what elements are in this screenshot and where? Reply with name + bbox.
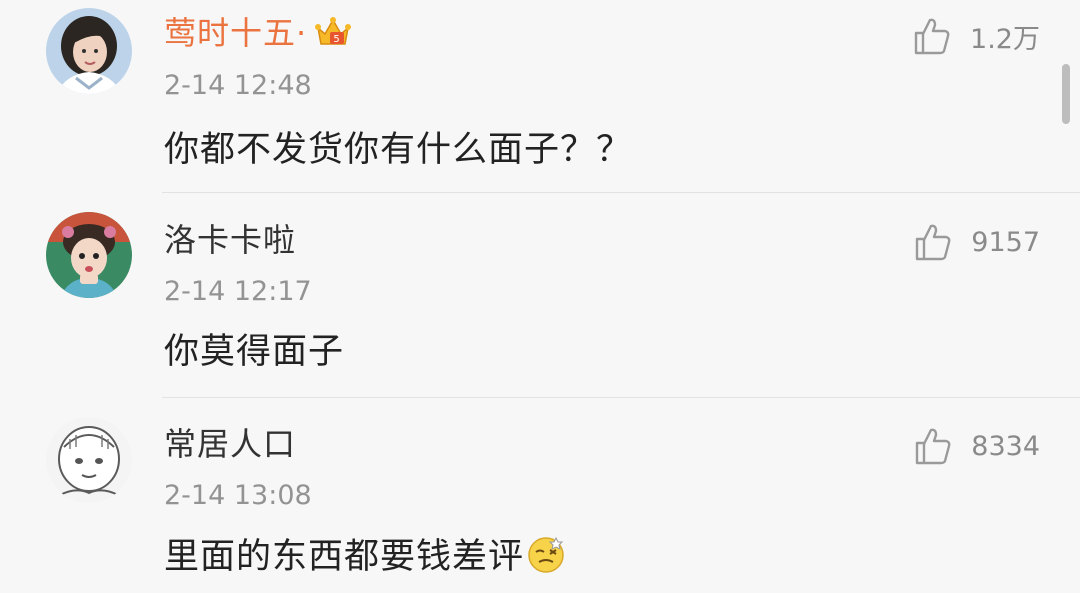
like-button[interactable]: 9157 [913, 220, 1040, 264]
comment-list: 莺时十五· 5 2-14 12:48 你都不发货你有什么面子？？ 1.2万 洛卡… [0, 0, 1080, 593]
comment-text[interactable]: 你都不发货你有什么面子？？ [164, 128, 632, 172]
comment-item: 常居人口 2-14 13:08 里面的东西都要钱差评 8334 [0, 399, 1080, 593]
comment-item: 莺时十五· 5 2-14 12:48 你都不发货你有什么面子？？ 1.2万 [0, 0, 1080, 193]
comment-text-body[interactable]: 里面的东西都要钱差评 [164, 537, 524, 577]
avatar-costume-girl-icon[interactable] [46, 212, 132, 298]
timestamp: 2-14 13:08 [164, 480, 312, 511]
like-button[interactable]: 1.2万 [912, 14, 1040, 58]
svg-text:5: 5 [334, 34, 341, 45]
timestamp: 2-14 12:17 [164, 276, 312, 307]
thumbs-up-icon [916, 224, 951, 261]
avatar-girl-icon[interactable] [46, 8, 132, 94]
like-count: 9157 [971, 226, 1040, 258]
like-button[interactable]: 8334 [913, 424, 1040, 468]
comment-text[interactable]: 你莫得面子 [164, 330, 344, 374]
comment-item: 洛卡卡啦 2-14 12:17 你莫得面子 9157 [0, 194, 1080, 398]
crown-icon: 5 [315, 17, 352, 45]
comment-text[interactable]: 里面的东西都要钱差评 [164, 535, 566, 579]
thumbs-up-icon [914, 18, 950, 55]
username-text[interactable]: 莺时十五· [164, 14, 307, 52]
username[interactable]: 莺时十五· 5 [164, 13, 352, 53]
thumbs-up-icon [916, 428, 951, 465]
divider [162, 192, 1080, 193]
dizzy-face-emoji-icon [528, 536, 564, 573]
scrollbar[interactable] [1062, 64, 1070, 124]
divider [162, 397, 1080, 398]
like-count: 1.2万 [970, 23, 1040, 55]
like-count: 8334 [971, 430, 1040, 462]
timestamp: 2-14 12:48 [164, 70, 312, 101]
username[interactable]: 常居人口 [164, 424, 296, 464]
avatar-sketch-icon[interactable] [46, 417, 132, 503]
username[interactable]: 洛卡卡啦 [164, 220, 296, 260]
